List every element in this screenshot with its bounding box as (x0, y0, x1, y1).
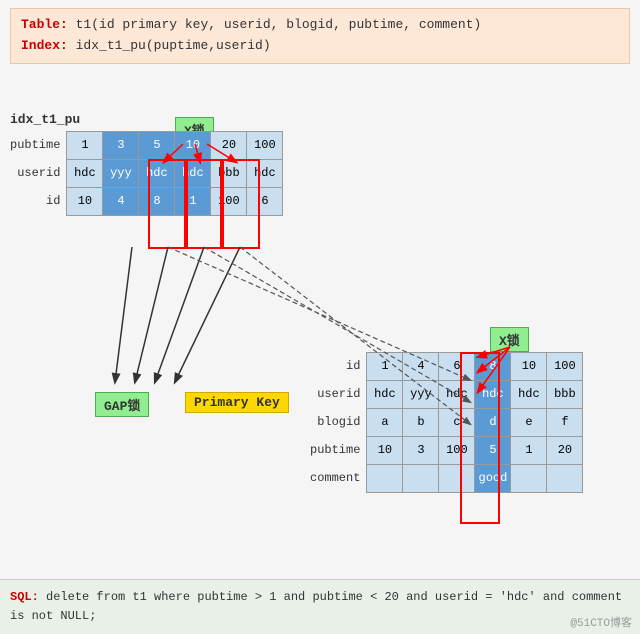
sql-text: delete from t1 where pubtime > 1 and pub… (10, 590, 622, 623)
watermark: @51CTO博客 (570, 614, 632, 630)
pk-comment-4: good (475, 464, 511, 492)
pk-id-4: 8 (475, 352, 511, 380)
pk-id-label: id (310, 352, 367, 380)
idx-pubtime-4: 10 (175, 131, 211, 159)
id-label: id (10, 187, 67, 215)
idx-id-4: 1 (175, 187, 211, 215)
index-label: Index: (21, 38, 68, 53)
index-table-label: idx_t1_pu (10, 112, 283, 127)
index-def: idx_t1_pu(puptime,userid) (76, 38, 271, 53)
pk-id-5: 10 (511, 352, 547, 380)
pk-blogid-2: b (403, 408, 439, 436)
pk-userid-label: userid (310, 380, 367, 408)
pubtime-label: pubtime (10, 131, 67, 159)
x-lock-right-badge: X锁 (490, 327, 529, 352)
table-def: t1(id primary key, userid, blogid, pubti… (76, 17, 482, 32)
pk-comment-5 (511, 464, 547, 492)
pk-userid-3: hdc (439, 380, 475, 408)
primary-table-container: id 1 4 6 8 10 100 userid hdc yyy hdc hdc… (310, 352, 583, 493)
pk-userid-4: hdc (475, 380, 511, 408)
pk-comment-2 (403, 464, 439, 492)
pk-id-3: 6 (439, 352, 475, 380)
table-label: Table: (21, 17, 68, 32)
idx-pubtime-2: 3 (103, 131, 139, 159)
pk-userid-5: hdc (511, 380, 547, 408)
primary-key-badge: Primary Key (185, 392, 289, 413)
pk-userid-6: bbb (547, 380, 583, 408)
idx-pubtime-5: 20 (211, 131, 247, 159)
idx-userid-2: yyy (103, 159, 139, 187)
pk-pubtime-1: 10 (367, 436, 403, 464)
idx-pubtime-3: 5 (139, 131, 175, 159)
userid-label: userid (10, 159, 67, 187)
top-info-box: Table: t1(id primary key, userid, blogid… (10, 8, 630, 64)
pk-id-6: 100 (547, 352, 583, 380)
idx-id-2: 4 (103, 187, 139, 215)
diagram-area: X锁 idx_t1_pu pubtime 1 3 5 10 20 100 use… (0, 72, 640, 562)
pk-userid-1: hdc (367, 380, 403, 408)
sql-label: SQL: (10, 590, 39, 604)
idx-id-5: 100 (211, 187, 247, 215)
pk-pubtime-2: 3 (403, 436, 439, 464)
idx-id-3: 8 (139, 187, 175, 215)
pk-pubtime-5: 1 (511, 436, 547, 464)
idx-userid-3: hdc (139, 159, 175, 187)
primary-table: id 1 4 6 8 10 100 userid hdc yyy hdc hdc… (310, 352, 583, 493)
pk-blogid-label: blogid (310, 408, 367, 436)
idx-userid-6: hdc (247, 159, 283, 187)
pk-comment-1 (367, 464, 403, 492)
pk-id-1: 1 (367, 352, 403, 380)
pk-id-2: 4 (403, 352, 439, 380)
pk-pubtime-label: pubtime (310, 436, 367, 464)
idx-userid-1: hdc (67, 159, 103, 187)
pk-comment-label: comment (310, 464, 367, 492)
idx-userid-4: hdc (175, 159, 211, 187)
pk-userid-2: yyy (403, 380, 439, 408)
pk-blogid-5: e (511, 408, 547, 436)
pk-pubtime-3: 100 (439, 436, 475, 464)
idx-id-6: 6 (247, 187, 283, 215)
pk-blogid-3: c (439, 408, 475, 436)
idx-id-1: 10 (67, 187, 103, 215)
idx-pubtime-1: 1 (67, 131, 103, 159)
pk-comment-3 (439, 464, 475, 492)
index-table-container: idx_t1_pu pubtime 1 3 5 10 20 100 userid… (10, 112, 283, 216)
pk-comment-6 (547, 464, 583, 492)
pk-pubtime-6: 20 (547, 436, 583, 464)
pk-blogid-6: f (547, 408, 583, 436)
pk-blogid-4: d (475, 408, 511, 436)
pk-blogid-1: a (367, 408, 403, 436)
gap-lock-badge: GAP锁 (95, 392, 149, 417)
idx-userid-5: bbb (211, 159, 247, 187)
index-table: pubtime 1 3 5 10 20 100 userid hdc yyy h… (10, 131, 283, 216)
pk-pubtime-4: 5 (475, 436, 511, 464)
idx-pubtime-6: 100 (247, 131, 283, 159)
